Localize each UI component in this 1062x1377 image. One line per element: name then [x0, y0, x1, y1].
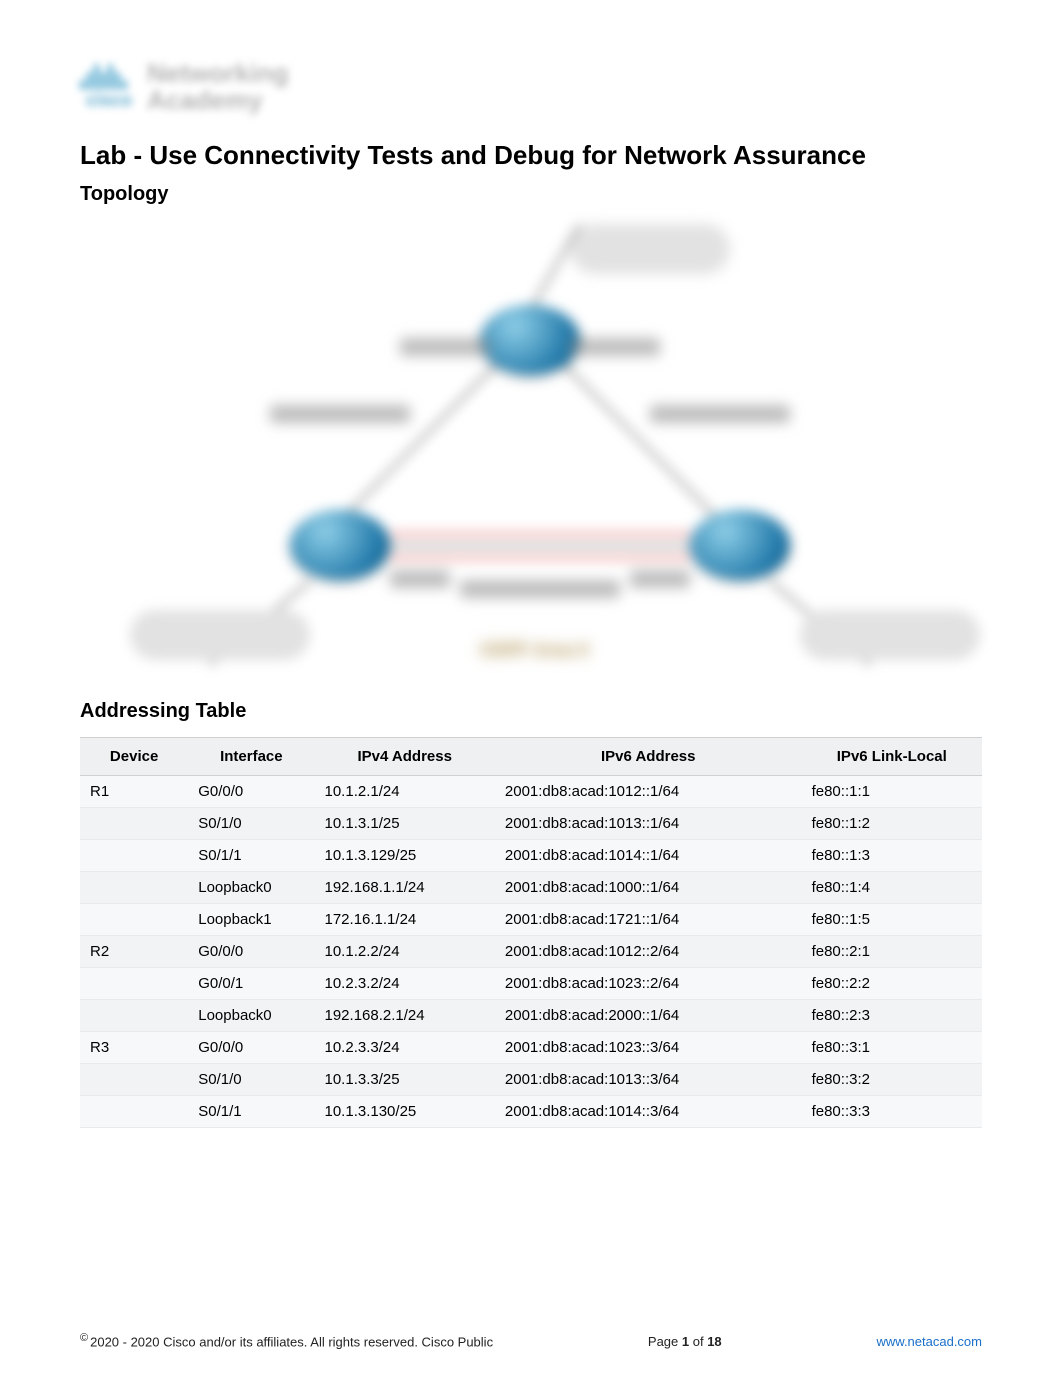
cell-ipv4: 10.2.3.3/24: [315, 1031, 495, 1063]
table-row: S0/1/110.1.3.129/252001:db8:acad:1014::1…: [80, 839, 982, 871]
netacad-link[interactable]: www.netacad.com: [877, 1334, 983, 1349]
addressing-table: Device Interface IPv4 Address IPv6 Addre…: [80, 737, 982, 1128]
cell-ipv4: 10.1.2.1/24: [315, 775, 495, 807]
cell-ipv4: 10.1.3.1/25: [315, 807, 495, 839]
table-row: R3G0/0/010.2.3.3/242001:db8:acad:1023::3…: [80, 1031, 982, 1063]
cell-device: R2: [80, 935, 188, 967]
cell-ipv6: 2001:db8:acad:1023::3/64: [495, 1031, 802, 1063]
col-ipv6-linklocal: IPv6 Link-Local: [802, 737, 982, 775]
page-footer: 2020 - 2020 Cisco and/or its affiliates.…: [80, 1332, 982, 1349]
copyright-text: 2020 - 2020 Cisco and/or its affiliates.…: [80, 1332, 493, 1349]
cell-device: [80, 903, 188, 935]
cell-ipv6: 2001:db8:acad:1013::3/64: [495, 1063, 802, 1095]
brand-logo: cisco Networking Academy: [80, 60, 982, 115]
cell-ipv6-ll: fe80::3:2: [802, 1063, 982, 1095]
col-interface: Interface: [188, 737, 314, 775]
table-row: Loopback0192.168.2.1/242001:db8:acad:200…: [80, 999, 982, 1031]
col-ipv4: IPv4 Address: [315, 737, 495, 775]
cell-device: [80, 967, 188, 999]
cloud-icon: [130, 610, 310, 660]
cell-interface: S0/1/1: [188, 1095, 314, 1127]
page-indicator: Page 1 of 18: [648, 1334, 722, 1349]
table-row: Loopback0192.168.1.1/242001:db8:acad:100…: [80, 871, 982, 903]
cell-interface: G0/0/0: [188, 935, 314, 967]
page: cisco Networking Academy Lab - Use Conne…: [0, 0, 1062, 1377]
cell-ipv6-ll: fe80::2:1: [802, 935, 982, 967]
cell-interface: Loopback0: [188, 871, 314, 903]
table-row: G0/0/110.2.3.2/242001:db8:acad:1023::2/6…: [80, 967, 982, 999]
cloud-icon: [800, 610, 980, 660]
table-row: R1G0/0/010.1.2.1/242001:db8:acad:1012::1…: [80, 775, 982, 807]
cell-ipv4: 172.16.1.1/24: [315, 903, 495, 935]
cell-ipv6-ll: fe80::3:3: [802, 1095, 982, 1127]
cell-ipv6: 2001:db8:acad:2000::1/64: [495, 999, 802, 1031]
brand-line1: Networking: [147, 60, 289, 87]
cell-ipv6-ll: fe80::1:5: [802, 903, 982, 935]
cell-ipv4: 192.168.1.1/24: [315, 871, 495, 903]
cell-interface: S0/1/0: [188, 1063, 314, 1095]
cell-ipv4: 10.1.3.130/25: [315, 1095, 495, 1127]
cisco-bars-icon: cisco: [80, 64, 132, 111]
cell-interface: S0/1/1: [188, 839, 314, 871]
cell-interface: Loopback1: [188, 903, 314, 935]
brand-line2: Academy: [147, 87, 289, 114]
table-header-row: Device Interface IPv4 Address IPv6 Addre…: [80, 737, 982, 775]
cell-ipv6-ll: fe80::2:3: [802, 999, 982, 1031]
cell-ipv6: 2001:db8:acad:1012::1/64: [495, 775, 802, 807]
cell-ipv6-ll: fe80::2:2: [802, 967, 982, 999]
cell-ipv6: 2001:db8:acad:1023::2/64: [495, 967, 802, 999]
cell-ipv6-ll: fe80::1:3: [802, 839, 982, 871]
table-row: S0/1/010.1.3.1/252001:db8:acad:1013::1/6…: [80, 807, 982, 839]
page-title: Lab - Use Connectivity Tests and Debug f…: [80, 140, 982, 171]
router-icon: [480, 305, 580, 375]
topology-diagram: OSPF Area 0: [80, 220, 982, 670]
cell-device: [80, 1063, 188, 1095]
table-row: S0/1/110.1.3.130/252001:db8:acad:1014::3…: [80, 1095, 982, 1127]
section-addressing: Addressing Table: [80, 700, 982, 723]
cell-ipv6: 2001:db8:acad:1014::3/64: [495, 1095, 802, 1127]
cell-interface: G0/0/0: [188, 1031, 314, 1063]
col-ipv6: IPv6 Address: [495, 737, 802, 775]
page-label-pre: Page: [648, 1334, 682, 1349]
table-row: R2G0/0/010.1.2.2/242001:db8:acad:1012::2…: [80, 935, 982, 967]
cell-device: [80, 1095, 188, 1127]
cell-device: R1: [80, 775, 188, 807]
brand-text: Networking Academy: [147, 60, 289, 115]
cell-ipv4: 192.168.2.1/24: [315, 999, 495, 1031]
cell-ipv6-ll: fe80::1:1: [802, 775, 982, 807]
table-row: Loopback1172.16.1.1/242001:db8:acad:1721…: [80, 903, 982, 935]
table-row: S0/1/010.1.3.3/252001:db8:acad:1013::3/6…: [80, 1063, 982, 1095]
cell-interface: G0/0/0: [188, 775, 314, 807]
cell-ipv4: 10.2.3.2/24: [315, 967, 495, 999]
cell-ipv4: 10.1.2.2/24: [315, 935, 495, 967]
cell-interface: Loopback0: [188, 999, 314, 1031]
cell-ipv6: 2001:db8:acad:1721::1/64: [495, 903, 802, 935]
cell-interface: G0/0/1: [188, 967, 314, 999]
cloud-icon: [570, 224, 730, 274]
cell-ipv6: 2001:db8:acad:1012::2/64: [495, 935, 802, 967]
section-topology: Topology: [80, 183, 982, 206]
cell-ipv6-ll: fe80::1:4: [802, 871, 982, 903]
ospf-area-label: OSPF Area 0: [480, 640, 588, 661]
cell-device: [80, 839, 188, 871]
cell-interface: S0/1/0: [188, 807, 314, 839]
cell-device: [80, 871, 188, 903]
page-mid: of: [689, 1334, 707, 1349]
cell-ipv6: 2001:db8:acad:1000::1/64: [495, 871, 802, 903]
page-total: 18: [707, 1334, 721, 1349]
cell-ipv6-ll: fe80::3:1: [802, 1031, 982, 1063]
cell-ipv4: 10.1.3.129/25: [315, 839, 495, 871]
cisco-word: cisco: [86, 90, 132, 111]
cell-ipv4: 10.1.3.3/25: [315, 1063, 495, 1095]
router-icon: [690, 510, 790, 580]
cell-ipv6: 2001:db8:acad:1013::1/64: [495, 807, 802, 839]
cell-ipv6-ll: fe80::1:2: [802, 807, 982, 839]
col-device: Device: [80, 737, 188, 775]
cell-device: [80, 807, 188, 839]
cell-ipv6: 2001:db8:acad:1014::1/64: [495, 839, 802, 871]
cell-device: R3: [80, 1031, 188, 1063]
router-icon: [290, 510, 390, 580]
cell-device: [80, 999, 188, 1031]
